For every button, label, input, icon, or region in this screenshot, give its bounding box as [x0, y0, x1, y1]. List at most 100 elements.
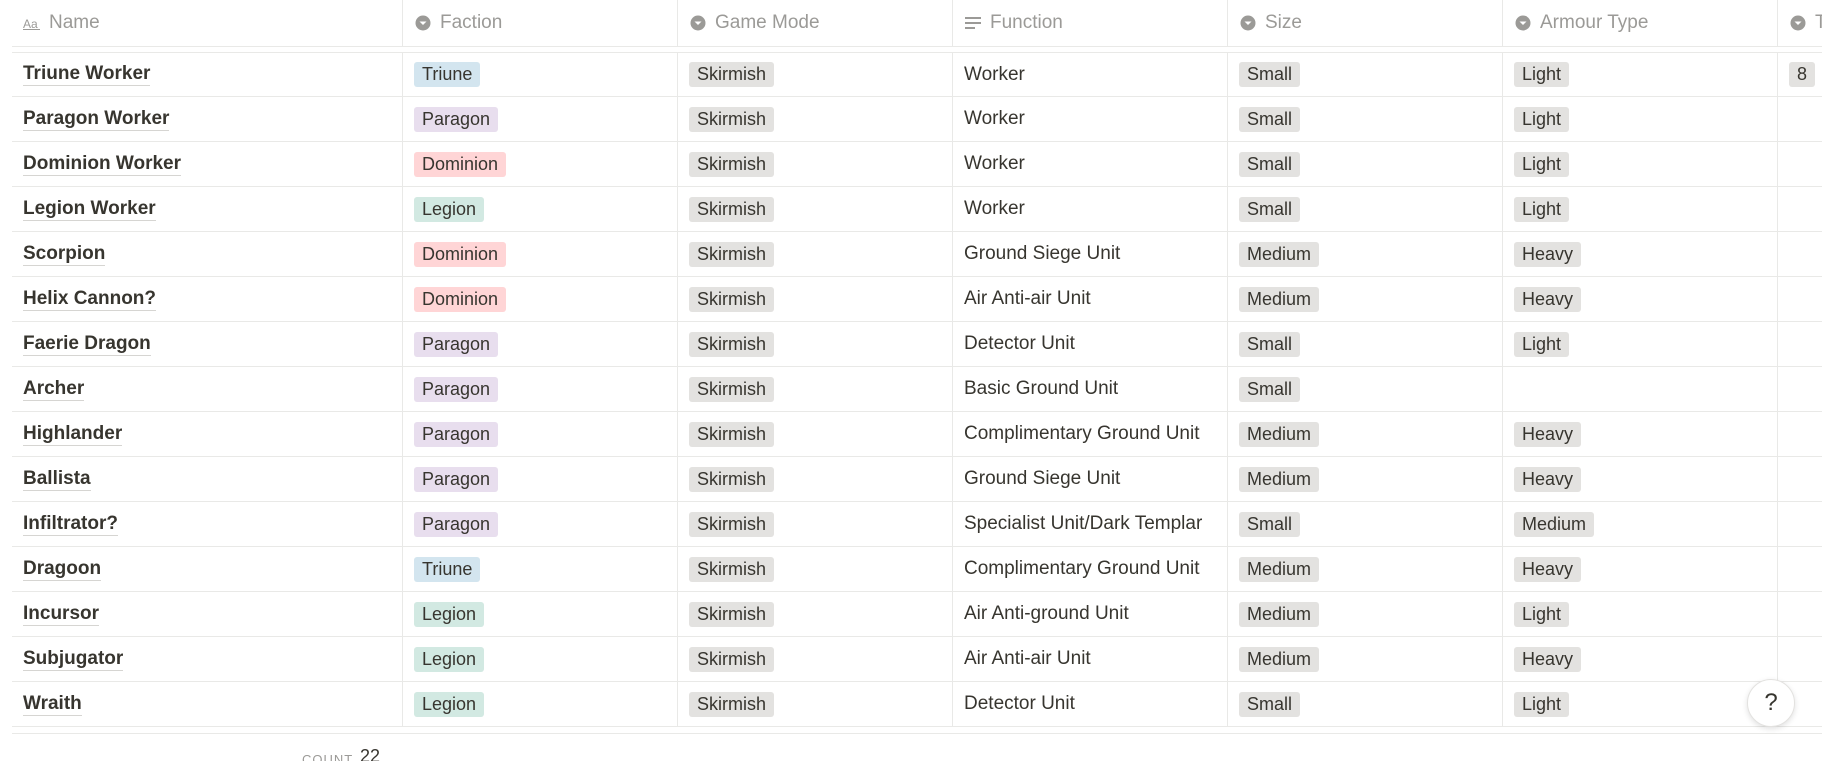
armour-type-cell[interactable]: Light [1503, 682, 1778, 726]
size-cell[interactable]: Small [1228, 367, 1503, 411]
extra-cell[interactable] [1778, 592, 1822, 636]
game-mode-cell[interactable]: Skirmish [678, 637, 953, 681]
extra-cell[interactable] [1778, 277, 1822, 321]
game-mode-cell[interactable]: Skirmish [678, 322, 953, 366]
extra-cell[interactable]: 8 [1778, 53, 1822, 96]
armour-type-cell[interactable]: Light [1503, 53, 1778, 96]
size-cell[interactable]: Medium [1228, 277, 1503, 321]
armour-type-cell[interactable]: Light [1503, 142, 1778, 186]
table-row[interactable]: Archer Paragon Skirmish Basic Ground Unit Sm… [12, 367, 1822, 412]
size-cell[interactable]: Small [1228, 53, 1503, 96]
game-mode-cell[interactable]: Skirmish [678, 547, 953, 591]
armour-type-cell[interactable]: Heavy [1503, 547, 1778, 591]
size-cell[interactable]: Medium [1228, 637, 1503, 681]
function-cell[interactable]: Worker [953, 53, 1228, 96]
extra-cell[interactable] [1778, 232, 1822, 276]
armour-type-cell[interactable]: Heavy [1503, 412, 1778, 456]
faction-cell[interactable]: Triune [403, 547, 678, 591]
name-cell[interactable]: Subjugator [12, 637, 403, 681]
armour-type-cell[interactable]: Light [1503, 187, 1778, 231]
game-mode-cell[interactable]: Skirmish [678, 187, 953, 231]
extra-cell[interactable] [1778, 547, 1822, 591]
game-mode-cell[interactable]: Skirmish [678, 412, 953, 456]
name-cell[interactable]: Triune Worker [12, 53, 403, 96]
armour-type-cell[interactable]: Heavy [1503, 457, 1778, 501]
size-cell[interactable]: Medium [1228, 457, 1503, 501]
function-cell[interactable]: Worker [953, 97, 1228, 141]
game-mode-cell[interactable]: Skirmish [678, 53, 953, 96]
name-cell[interactable]: Highlander [12, 412, 403, 456]
game-mode-cell[interactable]: Skirmish [678, 592, 953, 636]
name-cell[interactable]: Scorpion [12, 232, 403, 276]
faction-cell[interactable]: Legion [403, 682, 678, 726]
extra-cell[interactable] [1778, 97, 1822, 141]
size-cell[interactable]: Small [1228, 322, 1503, 366]
faction-cell[interactable]: Dominion [403, 277, 678, 321]
function-cell[interactable]: Ground Siege Unit [953, 457, 1228, 501]
size-cell[interactable]: Medium [1228, 232, 1503, 276]
extra-cell[interactable] [1778, 367, 1822, 411]
function-cell[interactable]: Ground Siege Unit [953, 232, 1228, 276]
faction-cell[interactable]: Paragon [403, 502, 678, 546]
extra-cell[interactable] [1778, 637, 1822, 681]
table-row[interactable]: Triune Worker Triune Skirmish Worker Small Li… [12, 52, 1822, 97]
armour-type-cell[interactable]: Light [1503, 592, 1778, 636]
game-mode-cell[interactable]: Skirmish [678, 682, 953, 726]
name-cell[interactable]: Dragoon [12, 547, 403, 591]
name-cell[interactable]: Ballista [12, 457, 403, 501]
size-cell[interactable]: Medium [1228, 592, 1503, 636]
size-cell[interactable]: Medium [1228, 547, 1503, 591]
size-cell[interactable]: Small [1228, 682, 1503, 726]
column-header[interactable]: Faction [403, 0, 678, 46]
name-cell[interactable]: Dominion Worker [12, 142, 403, 186]
count-value[interactable]: 22 [360, 746, 380, 761]
faction-cell[interactable]: Paragon [403, 367, 678, 411]
faction-cell[interactable]: Legion [403, 592, 678, 636]
column-header[interactable]: Tr [1778, 0, 1822, 46]
extra-cell[interactable] [1778, 142, 1822, 186]
table-row[interactable]: Dragoon Triune Skirmish Complimentary Groun… [12, 547, 1822, 592]
help-button[interactable]: ? [1747, 679, 1795, 727]
name-cell[interactable]: Legion Worker [12, 187, 403, 231]
table-row[interactable]: Legion Worker Legion Skirmish Worker Small Li… [12, 187, 1822, 232]
table-row[interactable]: Infiltrator? Paragon Skirmish Specialist Un… [12, 502, 1822, 547]
size-cell[interactable]: Medium [1228, 412, 1503, 456]
game-mode-cell[interactable]: Skirmish [678, 502, 953, 546]
armour-type-cell[interactable]: Heavy [1503, 277, 1778, 321]
faction-cell[interactable]: Dominion [403, 142, 678, 186]
function-cell[interactable]: Air Anti-air Unit [953, 277, 1228, 321]
armour-type-cell[interactable] [1503, 367, 1778, 411]
armour-type-cell[interactable]: Light [1503, 322, 1778, 366]
size-cell[interactable]: Small [1228, 187, 1503, 231]
name-cell[interactable]: Infiltrator? [12, 502, 403, 546]
function-cell[interactable]: Detector Unit [953, 682, 1228, 726]
extra-cell[interactable] [1778, 187, 1822, 231]
size-cell[interactable]: Small [1228, 97, 1503, 141]
extra-cell[interactable] [1778, 322, 1822, 366]
name-cell[interactable]: Incursor [12, 592, 403, 636]
name-cell[interactable]: Wraith [12, 682, 403, 726]
function-cell[interactable]: Complimentary Ground Unit [953, 412, 1228, 456]
function-cell[interactable]: Air Anti-ground Unit [953, 592, 1228, 636]
game-mode-cell[interactable]: Skirmish [678, 277, 953, 321]
name-cell[interactable]: Paragon Worker [12, 97, 403, 141]
armour-type-cell[interactable]: Light [1503, 97, 1778, 141]
name-cell[interactable]: Helix Cannon? [12, 277, 403, 321]
function-cell[interactable]: Detector Unit [953, 322, 1228, 366]
function-cell[interactable]: Worker [953, 187, 1228, 231]
column-header[interactable]: Armour Type [1503, 0, 1778, 46]
table-row[interactable]: Faerie Dragon Paragon Skirmish Detector Uni… [12, 322, 1822, 367]
extra-cell[interactable] [1778, 502, 1822, 546]
column-header[interactable]: Function [953, 0, 1228, 46]
game-mode-cell[interactable]: Skirmish [678, 367, 953, 411]
faction-cell[interactable]: Legion [403, 637, 678, 681]
name-cell[interactable]: Archer [12, 367, 403, 411]
function-cell[interactable]: Specialist Unit/Dark Templar [953, 502, 1228, 546]
size-cell[interactable]: Small [1228, 142, 1503, 186]
function-cell[interactable]: Air Anti-air Unit [953, 637, 1228, 681]
extra-cell[interactable] [1778, 457, 1822, 501]
table-row[interactable]: Dominion Worker Dominion Skirmish Worker Sma… [12, 142, 1822, 187]
name-cell[interactable]: Faerie Dragon [12, 322, 403, 366]
function-cell[interactable]: Basic Ground Unit [953, 367, 1228, 411]
column-header[interactable]: Aa Name [12, 0, 403, 46]
